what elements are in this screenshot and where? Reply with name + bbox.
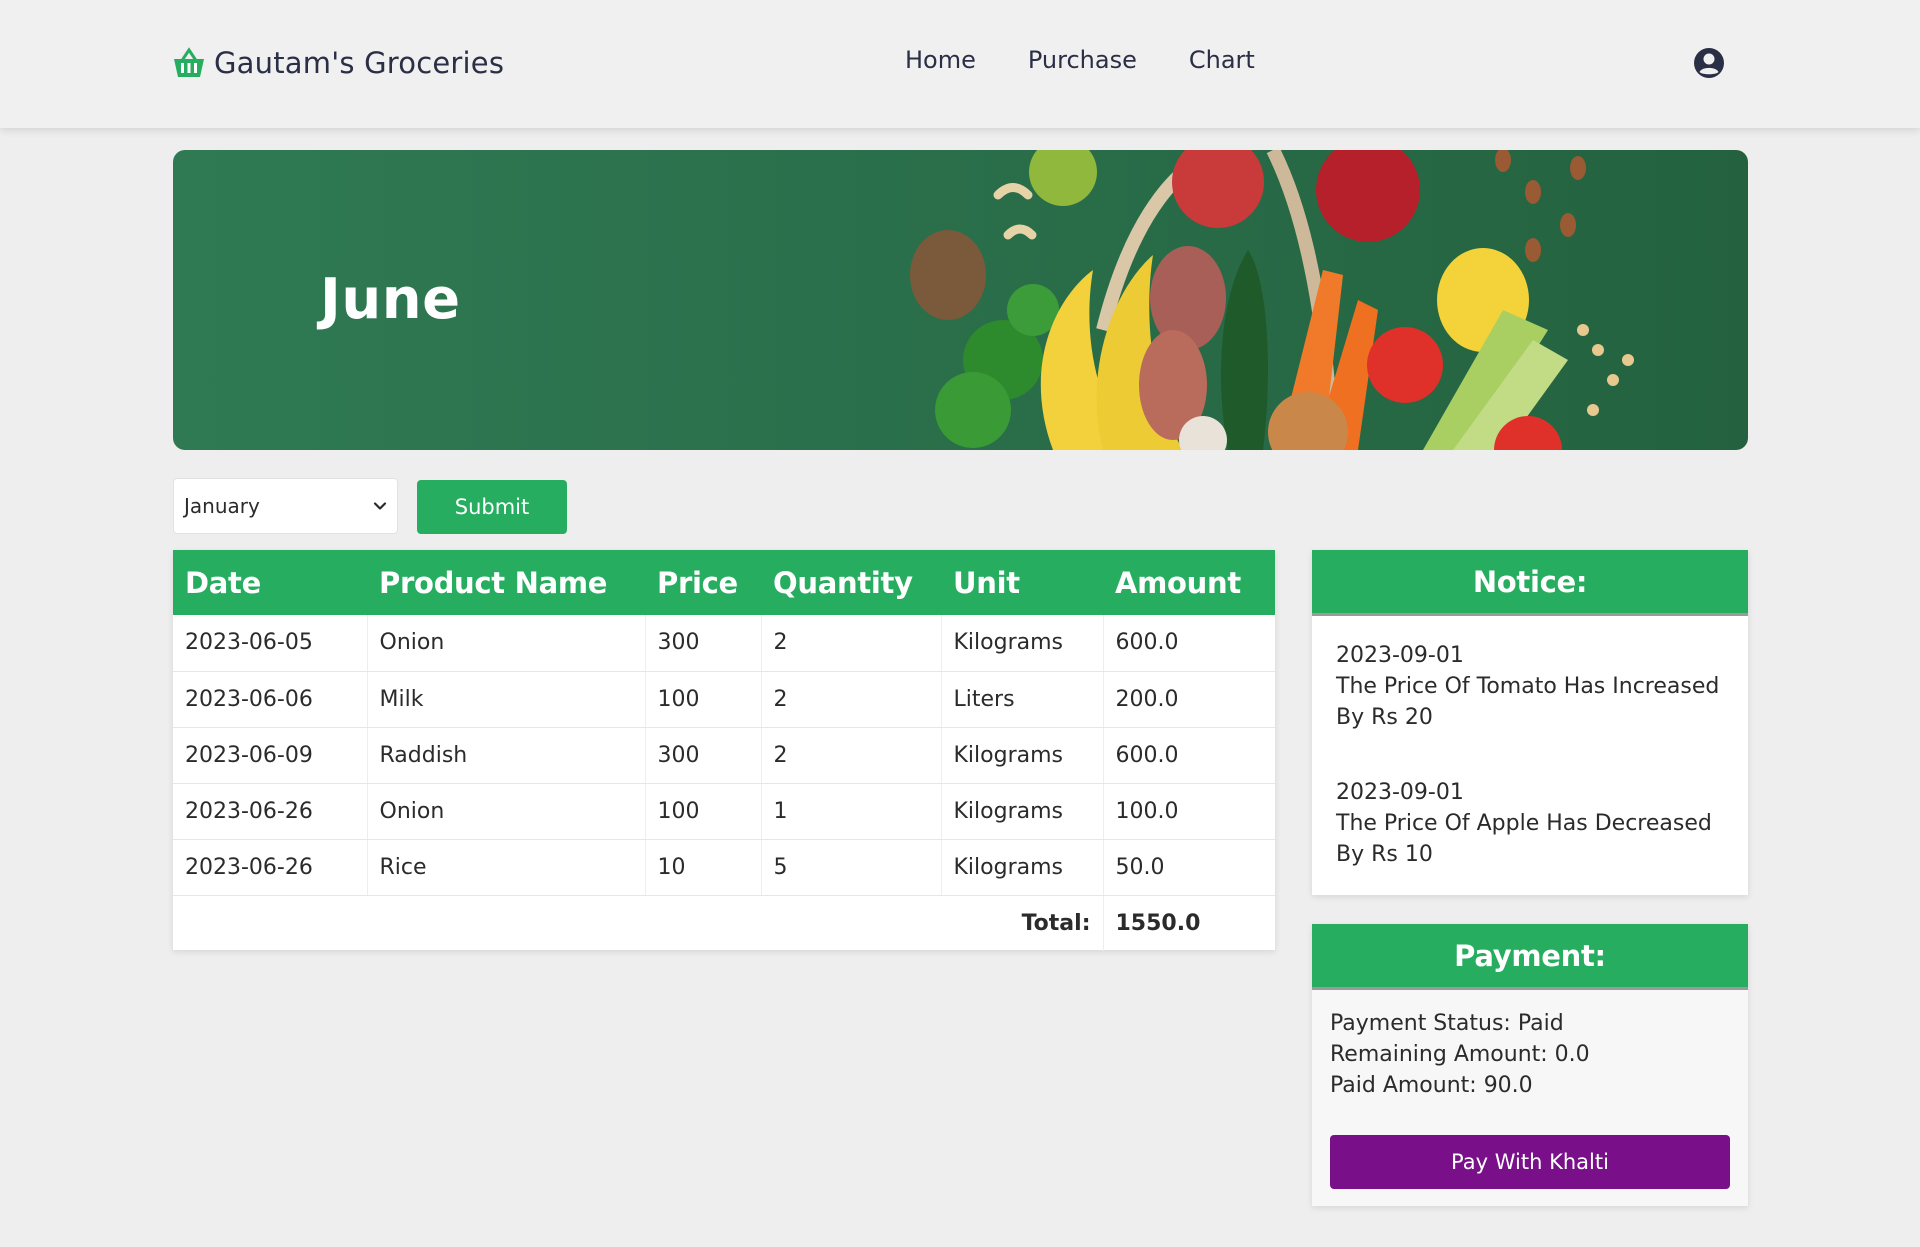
header-product-name: Product Name <box>367 550 645 615</box>
table-row: 2023-06-09 Raddish 300 2 Kilograms 600.0 <box>173 727 1275 784</box>
cell-amount: 50.0 <box>1103 839 1275 896</box>
total-value: 1550.0 <box>1115 910 1201 936</box>
cell-unit: Liters <box>941 671 1104 728</box>
notice-date: 2023-09-01 <box>1336 780 1464 805</box>
total-label: Total: <box>173 895 1104 951</box>
payment-details: Payment Status: Paid Remaining Amount: 0… <box>1312 990 1748 1189</box>
cell-unit: Kilograms <box>941 783 1104 840</box>
pay-with-khalti-button[interactable]: Pay With Khalti <box>1330 1135 1730 1189</box>
cell-unit: Kilograms <box>941 839 1104 896</box>
payment-card: Payment: Payment Status: Paid Remaining … <box>1312 924 1748 1206</box>
cell-date: 2023-06-05 <box>173 615 368 672</box>
cell-price: 100 <box>645 783 762 840</box>
brand[interactable]: Gautam's Groceries <box>172 43 504 83</box>
cell-quantity: 2 <box>761 615 942 672</box>
submit-button[interactable]: Submit <box>417 480 567 534</box>
cell-date: 2023-06-09 <box>173 727 368 784</box>
brand-name: Gautam's Groceries <box>214 46 505 80</box>
cell-date: 2023-06-26 <box>173 783 368 840</box>
table-row: 2023-06-06 Milk 100 2 Liters 200.0 <box>173 671 1275 728</box>
header-unit: Unit <box>941 550 1103 615</box>
cell-unit: Kilograms <box>941 615 1104 672</box>
cell-product: Onion <box>367 783 646 840</box>
cell-product: Milk <box>367 671 646 728</box>
month-select[interactable]: January <box>173 478 398 534</box>
banner-title: June <box>320 267 461 332</box>
basket-icon <box>174 47 204 77</box>
cell-price: 10 <box>645 839 762 896</box>
month-select-value: January <box>184 494 260 518</box>
notice-item: 2023-09-01 The Price Of Apple Has Decrea… <box>1336 777 1724 870</box>
table-header-row: Date Product Name Price Quantity Unit Am… <box>173 550 1275 615</box>
cell-unit: Kilograms <box>941 727 1104 784</box>
payment-title: Payment: <box>1312 924 1748 990</box>
notice-text: The Price Of Tomato Has Increased By Rs … <box>1336 674 1720 730</box>
table-row: 2023-06-26 Rice 10 5 Kilograms 50.0 <box>173 839 1275 896</box>
total-row: Total: 1550.0 <box>173 895 1275 951</box>
table-row: 2023-06-26 Onion 100 1 Kilograms 100.0 <box>173 783 1275 840</box>
remaining-amount: Remaining Amount: 0.0 <box>1330 1042 1590 1067</box>
user-circle-icon[interactable] <box>1693 47 1725 79</box>
navbar: Gautam's Groceries Home Purchase Chart <box>0 0 1920 128</box>
cell-price: 300 <box>645 615 762 672</box>
cell-date: 2023-06-26 <box>173 839 368 896</box>
cell-quantity: 2 <box>761 727 942 784</box>
chevron-down-icon <box>373 502 387 510</box>
header-price: Price <box>645 550 761 615</box>
cell-quantity: 2 <box>761 671 942 728</box>
month-banner: June <box>173 150 1748 450</box>
notice-title: Notice: <box>1312 550 1748 616</box>
cell-product: Rice <box>367 839 646 896</box>
header-quantity: Quantity <box>761 550 941 615</box>
notice-text: The Price Of Apple Has Decreased By Rs 1… <box>1336 811 1712 867</box>
cell-product: Raddish <box>367 727 646 784</box>
purchases-table: Date Product Name Price Quantity Unit Am… <box>173 550 1275 951</box>
nav-home[interactable]: Home <box>905 46 976 74</box>
payment-status: Payment Status: Paid <box>1330 1011 1564 1036</box>
nav-links: Home Purchase Chart <box>905 46 1255 74</box>
purchases-table-card: Date Product Name Price Quantity Unit Am… <box>173 550 1275 951</box>
notice-date: 2023-09-01 <box>1336 643 1464 668</box>
cell-date: 2023-06-06 <box>173 671 368 728</box>
table-row: 2023-06-05 Onion 300 2 Kilograms 600.0 <box>173 615 1275 672</box>
cell-price: 300 <box>645 727 762 784</box>
cell-amount: 100.0 <box>1103 783 1275 840</box>
header-date: Date <box>173 550 367 615</box>
cell-amount: 600.0 <box>1103 727 1275 784</box>
paid-amount: Paid Amount: 90.0 <box>1330 1073 1533 1098</box>
nav-purchase[interactable]: Purchase <box>1028 46 1137 74</box>
notice-item: 2023-09-01 The Price Of Tomato Has Incre… <box>1336 640 1724 733</box>
cell-quantity: 5 <box>761 839 942 896</box>
cell-quantity: 1 <box>761 783 942 840</box>
cell-price: 100 <box>645 671 762 728</box>
notice-card: Notice: 2023-09-01 The Price Of Tomato H… <box>1312 550 1748 895</box>
cell-amount: 600.0 <box>1103 615 1275 672</box>
notice-list: 2023-09-01 The Price Of Tomato Has Incre… <box>1312 616 1748 870</box>
nav-chart[interactable]: Chart <box>1189 46 1255 74</box>
cell-product: Onion <box>367 615 646 672</box>
cell-amount: 200.0 <box>1103 671 1275 728</box>
header-amount: Amount <box>1103 550 1275 615</box>
